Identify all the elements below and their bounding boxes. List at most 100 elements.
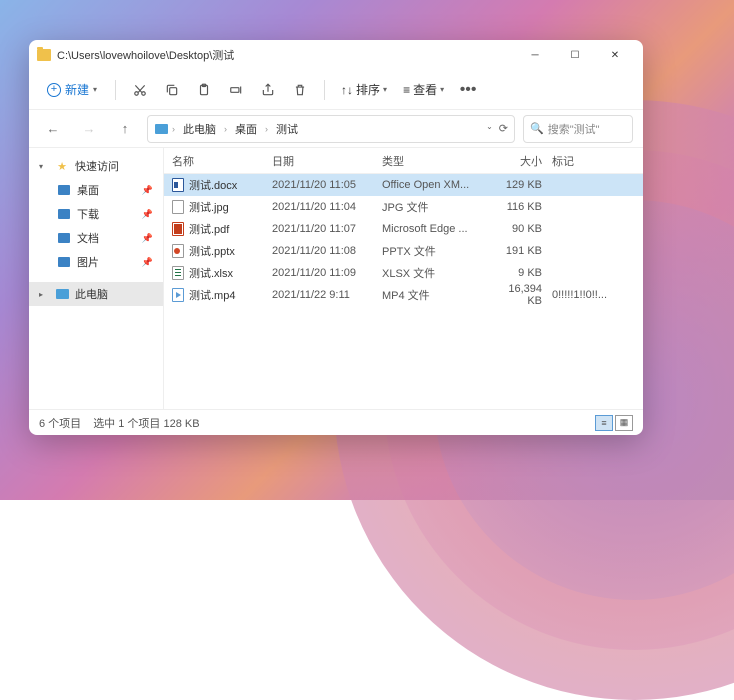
file-date: 2021/11/20 11:05 <box>272 179 382 191</box>
file-type: JPG 文件 <box>382 199 492 215</box>
view-button[interactable]: ≡ 查看 ▾ <box>397 77 450 102</box>
file-size: 116 KB <box>492 201 552 213</box>
status-selection: 选中 1 个项目 128 KB <box>93 415 199 431</box>
new-button[interactable]: + 新建 ▾ <box>39 77 105 102</box>
pin-icon: 📌 <box>142 233 153 244</box>
file-size: 9 KB <box>492 267 552 279</box>
file-row[interactable]: 测试.docx 2021/11/20 11:05Office Open XM...… <box>164 174 643 196</box>
folder-icon <box>57 231 71 245</box>
chevron-down-icon: ▾ <box>93 85 97 94</box>
sidebar-item-documents[interactable]: 文档 📌 <box>29 226 163 250</box>
chevron-down-icon[interactable]: ⌄ <box>486 122 493 135</box>
pin-icon: 📌 <box>142 209 153 220</box>
column-header-date[interactable]: 日期 <box>272 153 382 169</box>
file-list: 测试.docx 2021/11/20 11:05Office Open XM...… <box>164 174 643 409</box>
breadcrumb[interactable]: › 此电脑 › 桌面 › 测试 ⌄ ⟳ <box>147 115 515 143</box>
file-date: 2021/11/20 11:07 <box>272 223 382 235</box>
file-icon <box>172 266 184 280</box>
chevron-right-icon: ▸ <box>39 290 49 299</box>
minimize-button[interactable]: ─ <box>515 40 555 70</box>
sidebar-item-desktop[interactable]: 桌面 📌 <box>29 178 163 202</box>
column-header-size[interactable]: 大小 <box>492 153 552 169</box>
file-row[interactable]: 测试.mp42021/11/22 9:11MP4 文件16,394 KB0!!!… <box>164 284 643 306</box>
address-bar-row: ← → ↑ › 此电脑 › 桌面 › 测试 ⌄ ⟳ 🔍 搜索"测试" <box>29 110 643 148</box>
folder-icon <box>37 49 51 61</box>
titlebar[interactable]: C:\Users\lovewhoilove\Desktop\测试 ─ ☐ ✕ <box>29 40 643 70</box>
share-button[interactable] <box>254 76 282 104</box>
status-item-count: 6 个项目 <box>39 415 81 431</box>
delete-button[interactable] <box>286 76 314 104</box>
sidebar-item-pictures[interactable]: 图片 📌 <box>29 250 163 274</box>
search-icon: 🔍 <box>530 122 544 135</box>
column-header-tag[interactable]: 标记 <box>552 153 643 169</box>
paste-button[interactable] <box>190 76 218 104</box>
file-list-area: 名称 日期 类型 大小 标记 测试.docx 2021/11/20 11:05Of… <box>164 148 643 409</box>
copy-button[interactable] <box>158 76 186 104</box>
breadcrumb-item[interactable]: 测试 <box>272 119 302 139</box>
file-tag: 0!!!!!1!!0!!... <box>552 289 643 301</box>
back-button[interactable]: ← <box>39 115 67 143</box>
breadcrumb-item[interactable]: 桌面 <box>231 119 261 139</box>
column-header-name[interactable]: 名称 <box>172 153 272 169</box>
file-size: 90 KB <box>492 223 552 235</box>
window-title: C:\Users\lovewhoilove\Desktop\测试 <box>57 47 515 63</box>
refresh-button[interactable]: ⟳ <box>499 122 508 135</box>
file-row[interactable]: 测试.jpg 2021/11/20 11:04JPG 文件116 KB <box>164 196 643 218</box>
status-bar: 6 个项目 选中 1 个项目 128 KB ≡ ▦ <box>29 409 643 435</box>
file-name: 测试.pdf <box>189 221 229 237</box>
search-input[interactable]: 🔍 搜索"测试" <box>523 115 633 143</box>
file-name: 测试.xlsx <box>189 265 233 281</box>
sort-icon: ↑↓ <box>341 83 353 97</box>
file-size: 129 KB <box>492 179 552 191</box>
file-size: 191 KB <box>492 245 552 257</box>
sort-button[interactable]: ↑↓ 排序 ▾ <box>335 77 393 102</box>
file-type: MP4 文件 <box>382 287 492 303</box>
file-icon <box>172 178 184 192</box>
file-type: PPTX 文件 <box>382 243 492 259</box>
plus-icon: + <box>47 83 61 97</box>
file-row[interactable]: 测试.pdf 2021/11/20 11:07Microsoft Edge ...… <box>164 218 643 240</box>
close-button[interactable]: ✕ <box>595 40 635 70</box>
sidebar: ▾ ★ 快速访问 桌面 📌 下载 📌 文档 📌 图片 <box>29 148 164 409</box>
file-date: 2021/11/20 11:08 <box>272 245 382 257</box>
breadcrumb-item[interactable]: 此电脑 <box>179 119 220 139</box>
chevron-down-icon: ▾ <box>383 85 387 94</box>
file-name: 测试.pptx <box>189 243 235 259</box>
cut-button[interactable] <box>126 76 154 104</box>
view-icons-button[interactable]: ▦ <box>615 415 633 431</box>
folder-icon <box>57 207 71 221</box>
chevron-down-icon: ▾ <box>440 85 444 94</box>
file-type: Microsoft Edge ... <box>382 223 492 235</box>
file-name: 测试.jpg <box>189 199 229 215</box>
pin-icon: 📌 <box>142 257 153 268</box>
file-date: 2021/11/20 11:09 <box>272 267 382 279</box>
folder-icon <box>57 183 71 197</box>
file-icon <box>172 200 184 214</box>
file-icon <box>172 222 184 236</box>
column-headers: 名称 日期 类型 大小 标记 <box>164 148 643 174</box>
rename-button[interactable] <box>222 76 250 104</box>
toolbar: + 新建 ▾ ↑↓ 排序 ▾ ≡ 查看 ▾ ••• <box>29 70 643 110</box>
file-name: 测试.docx <box>189 177 237 193</box>
sidebar-item-quick-access[interactable]: ▾ ★ 快速访问 <box>29 154 163 178</box>
up-button[interactable]: ↑ <box>111 115 139 143</box>
sidebar-item-this-pc[interactable]: ▸ 此电脑 <box>29 282 163 306</box>
sidebar-item-downloads[interactable]: 下载 📌 <box>29 202 163 226</box>
folder-icon <box>57 255 71 269</box>
file-type: Office Open XM... <box>382 179 492 191</box>
file-type: XLSX 文件 <box>382 265 492 281</box>
maximize-button[interactable]: ☐ <box>555 40 595 70</box>
monitor-icon <box>55 287 69 301</box>
file-icon <box>172 244 184 258</box>
file-row[interactable]: 测试.pptx 2021/11/20 11:08PPTX 文件191 KB <box>164 240 643 262</box>
column-header-type[interactable]: 类型 <box>382 153 492 169</box>
forward-button[interactable]: → <box>75 115 103 143</box>
view-details-button[interactable]: ≡ <box>595 415 613 431</box>
pin-icon: 📌 <box>142 185 153 196</box>
file-name: 测试.mp4 <box>189 287 235 303</box>
file-row[interactable]: 测试.xlsx 2021/11/20 11:09XLSX 文件9 KB <box>164 262 643 284</box>
monitor-icon <box>154 122 168 136</box>
more-button[interactable]: ••• <box>454 76 482 104</box>
file-date: 2021/11/22 9:11 <box>272 289 382 301</box>
file-date: 2021/11/20 11:04 <box>272 201 382 213</box>
